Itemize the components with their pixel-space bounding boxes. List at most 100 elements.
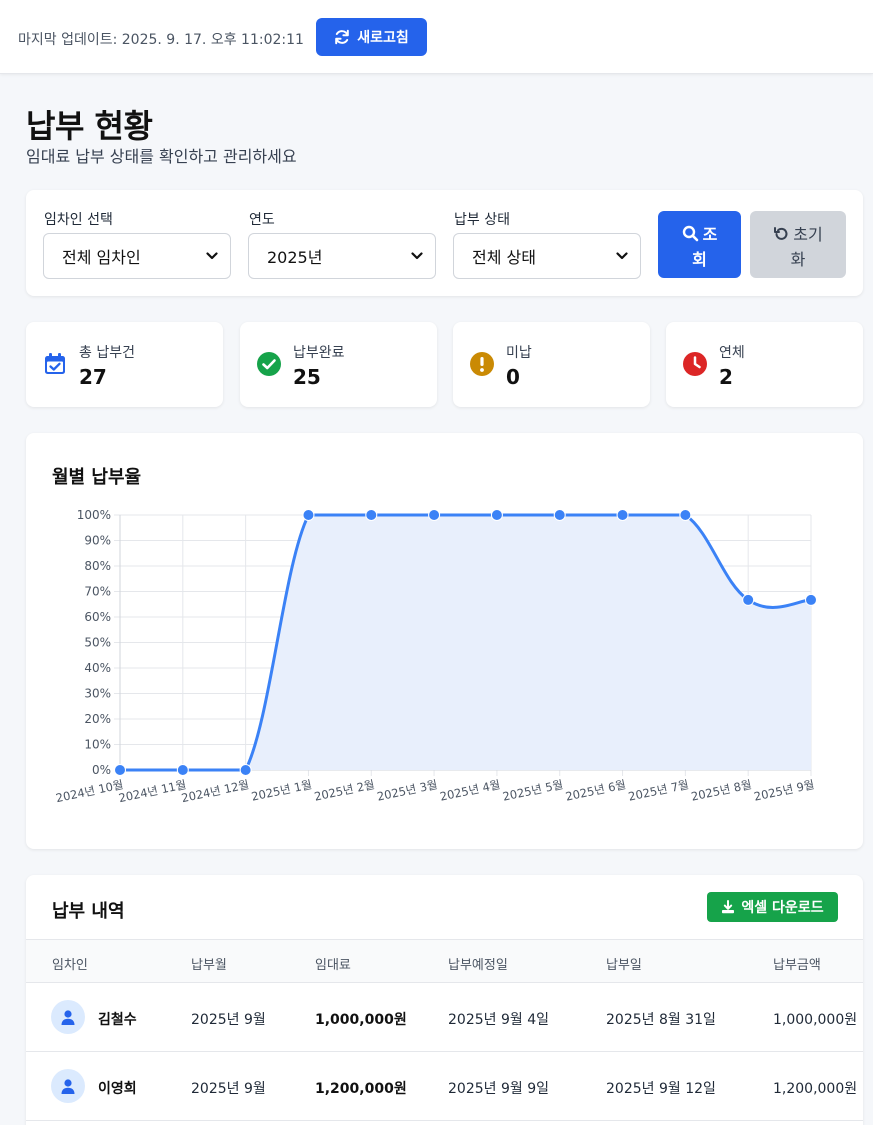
search-button[interactable]: 조 회 <box>658 211 741 278</box>
data-point <box>616 509 629 521</box>
year-select-value: 2025년 <box>267 248 323 267</box>
search-icon <box>682 225 698 242</box>
table-header: 임차인 납부월 임대료 납부예정일 납부일 납부금액 <box>26 939 863 983</box>
x-tick-label: 2025년 6월 <box>564 777 627 803</box>
refresh-icon <box>335 29 350 45</box>
th-tenant: 임차인 <box>52 958 88 973</box>
cell-month: 2025년 9월 <box>191 1081 266 1097</box>
th-paid-date: 납부일 <box>606 958 642 973</box>
stat-card-unpaid: 미납 0 <box>453 322 650 407</box>
stat-card-paid: 납부완료 25 <box>240 322 437 407</box>
tenant-filter-label: 임차인 선택 <box>44 212 113 228</box>
th-month: 납부월 <box>191 958 227 973</box>
monthly-rate-chart-card: 월별 납부율 0% 10% 20% 30% 40% 50% 60% 70% 80% 90% 100%… <box>26 433 863 849</box>
excel-download-label: 엑셀 다운로드 <box>741 900 824 916</box>
data-point <box>365 509 378 521</box>
exclamation-circle-icon <box>470 352 494 376</box>
avatar <box>51 1000 85 1034</box>
stat-card-total: 총 납부건 27 <box>26 322 223 407</box>
stat-value-overdue: 2 <box>719 365 733 389</box>
data-point <box>302 509 315 521</box>
x-tick-label: 2024년 11월 <box>117 777 187 805</box>
x-tick-label: 2025년 5월 <box>501 777 564 803</box>
y-tick-label: 50% <box>84 636 111 650</box>
payment-history-card: 납부 내역 엑셀 다운로드 임차인 납부월 임대료 납부예정일 납부일 납부금액… <box>26 875 863 1125</box>
x-tick-label: 2025년 7월 <box>627 777 690 803</box>
cell-amount: 1,000,000원 <box>773 1012 858 1028</box>
tenant-select-value: 전체 임차인 <box>62 248 141 267</box>
data-point <box>239 764 252 776</box>
y-tick-label: 0% <box>92 763 111 777</box>
page-title: 납부 현황 <box>26 107 153 145</box>
stat-card-overdue: 연체 2 <box>666 322 863 407</box>
download-icon <box>722 900 735 914</box>
data-point <box>805 593 817 606</box>
reset-label-line2: 화 <box>790 250 806 269</box>
y-tick-label: 30% <box>84 687 111 701</box>
chevron-down-icon <box>206 252 218 260</box>
cell-rent: 1,200,000원 <box>315 1081 407 1097</box>
stat-label-paid: 납부완료 <box>293 345 345 361</box>
y-tick-label: 60% <box>84 610 111 624</box>
data-point <box>742 593 755 606</box>
x-tick-label: 2025년 9월 <box>753 777 816 803</box>
top-bar: 마지막 업데이트: 2025. 9. 17. 오후 11:02:11 새로고침 <box>0 0 873 74</box>
status-select-value: 전체 상태 <box>472 248 536 267</box>
search-label-line2: 회 <box>692 250 707 269</box>
y-tick-label: 100% <box>77 508 111 522</box>
x-tick-label: 2025년 1월 <box>250 777 313 803</box>
cell-amount: 1,200,000원 <box>773 1081 858 1097</box>
th-due-date: 납부예정일 <box>448 958 508 973</box>
x-tick-label: 2025년 3월 <box>376 777 439 803</box>
table-title: 납부 내역 <box>52 901 125 922</box>
x-tick-label: 2024년 12월 <box>180 777 250 805</box>
year-select[interactable]: 2025년 <box>248 233 436 279</box>
reset-label-line1: 초기 <box>793 225 823 244</box>
cell-paid-date: 2025년 8월 31일 <box>606 1012 716 1028</box>
x-tick-label: 2024년 10월 <box>54 777 124 805</box>
data-point <box>176 764 189 776</box>
data-point <box>114 764 126 776</box>
excel-download-button[interactable]: 엑셀 다운로드 <box>707 892 838 922</box>
x-tick-label: 2025년 8월 <box>690 777 753 803</box>
y-tick-label: 90% <box>84 534 111 548</box>
stat-label-overdue: 연체 <box>719 345 745 361</box>
data-point <box>490 509 503 521</box>
cell-tenant: 김철수 <box>98 1012 137 1028</box>
cell-month: 2025년 9월 <box>191 1012 266 1028</box>
cell-tenant: 이영희 <box>98 1081 137 1097</box>
y-tick-label: 80% <box>84 559 111 573</box>
data-point <box>553 509 566 521</box>
user-icon <box>61 1009 75 1025</box>
th-amount: 납부금액 <box>773 958 821 973</box>
stat-label-unpaid: 미납 <box>506 345 532 361</box>
cell-paid-date: 2025년 9월 12일 <box>606 1081 716 1097</box>
tenant-select[interactable]: 전체 임차인 <box>43 233 231 279</box>
status-filter-label: 납부 상태 <box>454 212 510 228</box>
cell-due-date: 2025년 9월 4일 <box>448 1012 549 1028</box>
user-icon <box>61 1078 75 1094</box>
table-row[interactable]: 이영희 2025년 9월 1,200,000원 2025년 9월 9일 2025… <box>26 1052 863 1121</box>
th-rent: 임대료 <box>315 958 351 973</box>
page-subtitle: 임대료 납부 상태를 확인하고 관리하세요 <box>26 147 297 166</box>
refresh-label: 새로고침 <box>357 30 409 46</box>
cell-due-date: 2025년 9월 9일 <box>448 1081 549 1097</box>
stat-label-total: 총 납부건 <box>79 345 135 361</box>
stat-value-total: 27 <box>79 365 107 389</box>
data-point <box>679 509 692 521</box>
refresh-button[interactable]: 새로고침 <box>316 18 427 56</box>
y-tick-label: 20% <box>84 712 111 726</box>
reset-button[interactable]: 초기 화 <box>750 211 846 278</box>
stat-value-paid: 25 <box>293 365 321 389</box>
chevron-down-icon <box>616 252 628 260</box>
search-label-line1: 조 <box>702 225 718 244</box>
check-circle-icon <box>257 352 281 376</box>
filter-panel: 임차인 선택 전체 임차인 연도 2025년 납부 상태 전체 상태 조 회 초… <box>26 190 863 296</box>
x-tick-label: 2025년 2월 <box>313 777 376 803</box>
table-row[interactable]: 김철수 2025년 9월 1,000,000원 2025년 9월 4일 2025… <box>26 983 863 1052</box>
clock-icon <box>683 352 707 376</box>
year-filter-label: 연도 <box>249 212 275 228</box>
status-select[interactable]: 전체 상태 <box>453 233 641 279</box>
y-tick-label: 10% <box>84 738 111 752</box>
undo-icon <box>774 227 788 240</box>
